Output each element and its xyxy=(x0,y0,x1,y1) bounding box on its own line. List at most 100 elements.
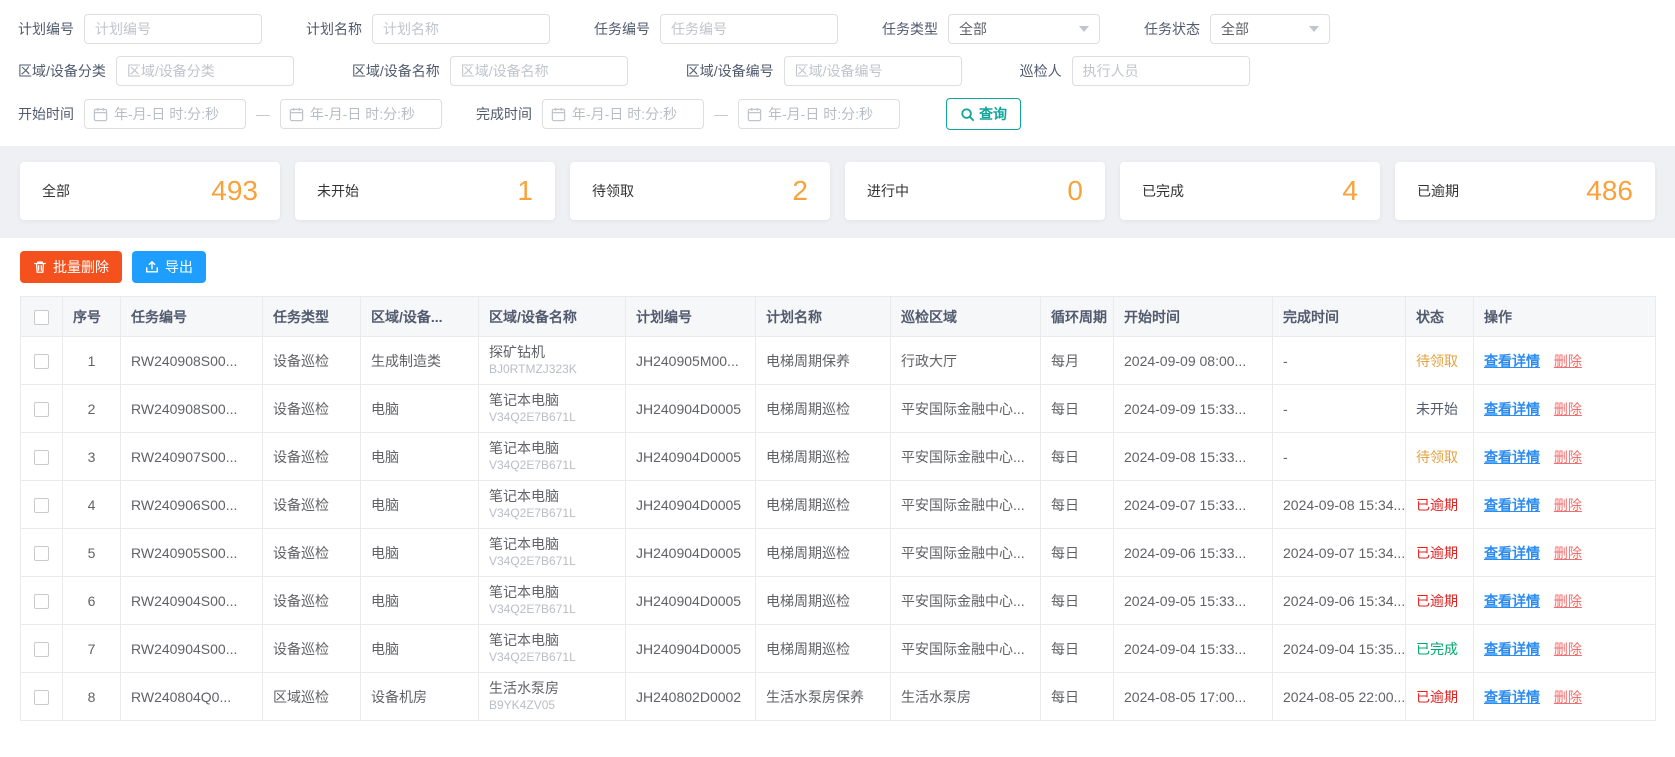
finish-time-to-input[interactable] xyxy=(768,106,891,122)
delete-link[interactable]: 删除 xyxy=(1554,545,1582,561)
cell-plan-name: 电梯周期巡检 xyxy=(755,528,891,577)
plan-no-input[interactable] xyxy=(84,14,262,44)
cell-actions: 查看详情 删除 xyxy=(1473,624,1656,673)
table-row: 6 RW240904S00... 设备巡检 电脑 笔记本电脑 V34Q2E7B6… xyxy=(20,576,1656,625)
batch-delete-button[interactable]: 批量删除 xyxy=(20,251,122,283)
finish-time-to-picker[interactable] xyxy=(738,99,900,129)
cell-device-category: 电脑 xyxy=(360,576,479,625)
filter-row-2: 区域/设备分类 区域/设备名称 区域/设备编号 巡检人 xyxy=(18,56,1657,86)
table-row: 4 RW240906S00... 设备巡检 电脑 笔记本电脑 V34Q2E7B6… xyxy=(20,480,1656,529)
row-checkbox[interactable] xyxy=(34,497,49,513)
finish-time-from-input[interactable] xyxy=(572,106,695,122)
cell-finish-time: - xyxy=(1272,432,1406,481)
cell-task-type: 设备巡检 xyxy=(262,432,361,481)
view-detail-link[interactable]: 查看详情 xyxy=(1484,593,1540,609)
cell-finish-time: - xyxy=(1272,336,1406,385)
cell-actions: 查看详情 删除 xyxy=(1473,336,1656,385)
cell-plan-no: JH240905M00... xyxy=(625,336,756,385)
export-button[interactable]: 导出 xyxy=(132,251,206,283)
view-detail-link[interactable]: 查看详情 xyxy=(1484,641,1540,657)
view-detail-link[interactable]: 查看详情 xyxy=(1484,449,1540,465)
cell-task-no: RW240907S00... xyxy=(120,432,263,481)
cell-seq: 4 xyxy=(62,480,121,529)
task-type-select[interactable]: 全部 xyxy=(948,14,1100,44)
cell-plan-name: 电梯周期巡检 xyxy=(755,480,891,529)
delete-link[interactable]: 删除 xyxy=(1554,497,1582,513)
plan-name-input[interactable] xyxy=(372,14,550,44)
cell-start-time: 2024-09-07 15:33... xyxy=(1113,480,1273,529)
row-checkbox[interactable] xyxy=(34,593,49,609)
cell-finish-time: - xyxy=(1272,384,1406,433)
cell-seq: 2 xyxy=(62,384,121,433)
cell-plan-no: JH240904D0005 xyxy=(625,384,756,433)
stats-row: 全部 493 未开始 1 待领取 2 进行中 0 已完成 4 已逾期 486 xyxy=(0,146,1675,238)
view-detail-link[interactable]: 查看详情 xyxy=(1484,353,1540,369)
delete-link[interactable]: 删除 xyxy=(1554,401,1582,417)
delete-link[interactable]: 删除 xyxy=(1554,641,1582,657)
view-detail-link[interactable]: 查看详情 xyxy=(1484,545,1540,561)
export-icon xyxy=(146,261,158,273)
cell-actions: 查看详情 删除 xyxy=(1473,432,1656,481)
cell-finish-time: 2024-09-06 15:34... xyxy=(1272,576,1406,625)
start-time-to-input[interactable] xyxy=(310,106,433,122)
start-time-to-picker[interactable] xyxy=(280,99,442,129)
cell-task-type: 设备巡检 xyxy=(262,576,361,625)
start-time-from-picker[interactable] xyxy=(84,99,246,129)
row-checkbox[interactable] xyxy=(34,545,49,561)
filter-plan-name: 计划名称 xyxy=(306,14,550,44)
area-no-input[interactable] xyxy=(783,56,962,86)
cell-device-category: 电脑 xyxy=(360,384,479,433)
cell-plan-no: JH240904D0005 xyxy=(625,432,756,481)
search-button[interactable]: 查询 xyxy=(946,98,1021,130)
area-category-label: 区域/设备分类 xyxy=(18,63,106,79)
row-select-cell xyxy=(20,672,63,721)
table-row: 7 RW240904S00... 设备巡检 电脑 笔记本电脑 V34Q2E7B6… xyxy=(20,624,1656,673)
stat-card[interactable]: 已逾期 486 xyxy=(1395,162,1655,220)
delete-link[interactable]: 删除 xyxy=(1554,689,1582,705)
stat-card[interactable]: 全部 493 xyxy=(20,162,280,220)
export-label: 导出 xyxy=(165,259,193,275)
stat-card[interactable]: 进行中 0 xyxy=(845,162,1105,220)
task-status-label: 任务状态 xyxy=(1144,21,1200,37)
task-status-select[interactable]: 全部 xyxy=(1210,14,1330,44)
row-select-cell xyxy=(20,480,63,529)
task-no-input[interactable] xyxy=(660,14,838,44)
delete-link[interactable]: 删除 xyxy=(1554,449,1582,465)
row-checkbox[interactable] xyxy=(34,353,49,369)
finish-range-separator: — xyxy=(714,106,728,122)
finish-time-from-picker[interactable] xyxy=(542,99,704,129)
stat-card[interactable]: 未开始 1 xyxy=(295,162,555,220)
inspector-input[interactable] xyxy=(1071,56,1250,86)
column-header: 任务编号 xyxy=(120,296,263,337)
inspector-label: 巡检人 xyxy=(1019,63,1062,79)
row-checkbox[interactable] xyxy=(34,401,49,417)
row-checkbox[interactable] xyxy=(34,689,49,705)
device-name: 笔记本电脑 xyxy=(489,631,559,648)
table-toolbar: 批量删除 导出 xyxy=(20,251,1655,283)
cell-status: 未开始 xyxy=(1405,384,1474,433)
row-checkbox[interactable] xyxy=(34,449,49,465)
area-name-input[interactable] xyxy=(449,56,628,86)
cell-cycle: 每月 xyxy=(1040,336,1114,385)
filter-task-no: 任务编号 xyxy=(594,14,838,44)
stat-value: 486 xyxy=(1586,175,1633,206)
device-code: V34Q2E7B671L xyxy=(489,505,576,520)
device-code: V34Q2E7B671L xyxy=(489,601,576,616)
filter-inspector: 巡检人 xyxy=(1020,56,1250,86)
area-category-input[interactable] xyxy=(115,56,294,86)
task-table: 序号 任务编号 任务类型 区域/设备... 区域/设备名称 计划编号 计划名称 巡检区域 循环周… xyxy=(20,296,1656,721)
stat-card[interactable]: 已完成 4 xyxy=(1120,162,1380,220)
start-time-from-input[interactable] xyxy=(114,106,237,122)
select-all-checkbox[interactable] xyxy=(34,309,49,325)
delete-link[interactable]: 删除 xyxy=(1554,353,1582,369)
filter-plan-no: 计划编号 xyxy=(18,14,262,44)
stat-card[interactable]: 待领取 2 xyxy=(570,162,830,220)
delete-link[interactable]: 删除 xyxy=(1554,593,1582,609)
status-badge: 待领取 xyxy=(1416,448,1458,465)
view-detail-link[interactable]: 查看详情 xyxy=(1484,401,1540,417)
row-checkbox[interactable] xyxy=(34,641,49,657)
status-badge: 已逾期 xyxy=(1416,592,1458,609)
cell-actions: 查看详情 删除 xyxy=(1473,672,1656,721)
view-detail-link[interactable]: 查看详情 xyxy=(1484,689,1540,705)
view-detail-link[interactable]: 查看详情 xyxy=(1484,497,1540,513)
